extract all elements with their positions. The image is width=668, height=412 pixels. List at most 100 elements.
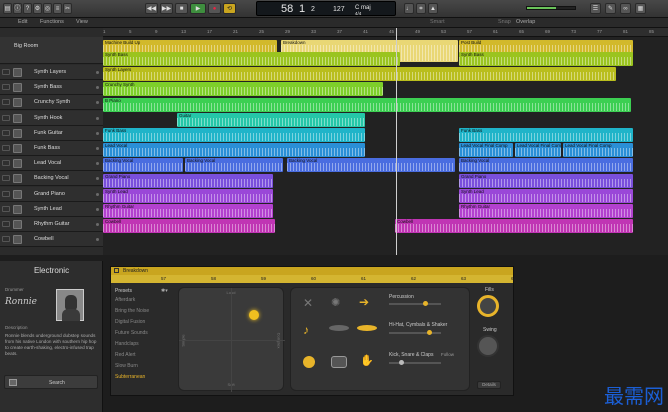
- cymbal-icon[interactable]: [357, 325, 377, 331]
- mute-solo-icon[interactable]: [2, 221, 10, 227]
- mute-solo-icon[interactable]: [2, 205, 10, 212]
- preset-item[interactable]: Handclaps: [115, 341, 139, 347]
- maracas-icon[interactable]: ♪: [303, 323, 309, 337]
- smart-controls-button[interactable]: ◎: [43, 3, 52, 14]
- metronome-button[interactable]: ▲: [428, 3, 438, 14]
- view-menu[interactable]: View: [76, 19, 88, 25]
- hihat-icon[interactable]: [329, 325, 349, 331]
- kick-icon[interactable]: [303, 356, 315, 368]
- toolbar-button[interactable]: ⚙: [33, 3, 42, 14]
- preset-item[interactable]: Slow Burn: [115, 363, 138, 369]
- inspector-button[interactable]: ⓘ: [13, 3, 22, 14]
- arrange-region[interactable]: Guitar: [177, 112, 365, 127]
- browsers-button[interactable]: ▦: [635, 3, 646, 14]
- snap-select[interactable]: Overlap: [516, 19, 535, 25]
- functions-menu[interactable]: Functions: [40, 19, 64, 25]
- mute-solo-icon[interactable]: [2, 114, 10, 121]
- arrange-region[interactable]: Rhythm Guitar: [103, 204, 273, 218]
- track-header[interactable]: Backing Vocal: [0, 171, 103, 187]
- editors-button[interactable]: ✂: [63, 3, 72, 14]
- arrange-region[interactable]: Lead Vocal Final Comp: [563, 143, 633, 158]
- forward-button[interactable]: ▶▶: [160, 3, 173, 14]
- arrange-region[interactable]: Grand Piano: [459, 173, 633, 188]
- lcd-display[interactable]: 58 1 2 127 C maj 4/4: [256, 1, 396, 16]
- track-header[interactable]: Synth Bass: [0, 80, 103, 96]
- snare-icon[interactable]: [331, 356, 347, 368]
- mute-solo-icon[interactable]: [2, 190, 10, 197]
- record-button[interactable]: ●: [208, 3, 221, 14]
- mute-solo-icon[interactable]: [2, 160, 10, 167]
- clap-icon[interactable]: ✋: [360, 354, 374, 367]
- shaker-icon[interactable]: ✺: [331, 296, 340, 309]
- track-header[interactable]: Synth Layers: [0, 65, 103, 80]
- arrange-region[interactable]: B Piano: [103, 97, 631, 112]
- loop-browser-button[interactable]: ∞: [620, 3, 631, 14]
- notepad-button[interactable]: ✎: [605, 3, 616, 14]
- xy-puck[interactable]: [249, 310, 259, 320]
- track-header[interactable]: Rhythm Guitar: [0, 217, 103, 232]
- list-editors-button[interactable]: ☰: [590, 3, 601, 14]
- arrange-region[interactable]: Lead Vocal Final Comp: [515, 143, 561, 158]
- arrange-region[interactable]: Cowbell: [395, 219, 633, 234]
- arrange-region[interactable]: Lead Vocal Final Comp: [459, 143, 513, 158]
- preset-item[interactable]: Subterranean: [115, 374, 145, 380]
- arrange-region[interactable]: Lead Vocal: [103, 143, 365, 158]
- count-in-button[interactable]: ⌗: [416, 3, 426, 14]
- arrange-region[interactable]: Backing Vocal: [287, 158, 455, 173]
- playhead[interactable]: [396, 28, 397, 255]
- arrange-region[interactable]: Funk Bass: [459, 128, 633, 142]
- xy-pad[interactable]: Loud Soft Simple Complex: [178, 287, 285, 392]
- hihat-slider[interactable]: [389, 330, 441, 335]
- arrange-region[interactable]: Backing Vocal: [185, 158, 283, 173]
- track-header[interactable]: Funk Bass: [0, 141, 103, 156]
- cymbal-cross-icon[interactable]: ✕: [303, 296, 313, 310]
- preset-item[interactable]: Future Sounds: [115, 330, 148, 336]
- presets-menu-icon[interactable]: ✱▾: [161, 288, 168, 294]
- fills-knob[interactable]: [477, 295, 499, 317]
- track-header[interactable]: Grand Piano: [0, 186, 103, 202]
- library-button[interactable]: ▤: [3, 3, 12, 14]
- details-button[interactable]: Details: [477, 381, 501, 389]
- cycle-button[interactable]: ⟲: [223, 3, 236, 14]
- arrange-area[interactable]: Machine Build Up Breakdown Post Build Synth…: [103, 37, 668, 255]
- kick-slider[interactable]: [389, 360, 441, 365]
- timeline-ruler[interactable]: 1 5 9 13 17 21 25 29 33 37 41 45 49 53 57 61 65 69 73 77 81 8…: [103, 28, 668, 37]
- percussion-slider[interactable]: [389, 301, 441, 306]
- search-button[interactable]: Search: [4, 375, 98, 389]
- arrange-region[interactable]: Crunchy Synth: [103, 82, 383, 97]
- master-volume-slider[interactable]: [526, 6, 576, 10]
- editor-ruler[interactable]: 57 58 59 60 61 62 63 64: [111, 275, 516, 283]
- help-button[interactable]: ?: [23, 3, 32, 14]
- arrange-region[interactable]: Cowbell: [103, 219, 275, 234]
- mute-solo-icon[interactable]: [2, 175, 10, 182]
- swing-knob[interactable]: [477, 335, 499, 357]
- track-header[interactable]: Crunchy Synth: [0, 95, 103, 111]
- edit-menu[interactable]: Edit: [18, 19, 27, 25]
- mute-solo-icon[interactable]: [2, 69, 10, 75]
- preset-item[interactable]: Bring the Noise: [115, 308, 149, 314]
- arrange-region[interactable]: Funk Bass: [103, 128, 365, 142]
- preset-item[interactable]: Digital Fusion: [115, 319, 145, 325]
- stop-button[interactable]: ■: [175, 3, 188, 14]
- arrange-region[interactable]: Synth Bass: [459, 52, 633, 66]
- mixer-button[interactable]: ≡: [53, 3, 62, 14]
- track-header[interactable]: Funk Guitar: [0, 125, 103, 141]
- track-header[interactable]: Lead Vocal: [0, 156, 103, 172]
- arrange-region[interactable]: Rhythm Guitar: [459, 204, 633, 218]
- tuner-button[interactable]: ♩: [404, 3, 414, 14]
- arrange-region[interactable]: Synth Lead: [103, 188, 273, 203]
- mute-solo-icon[interactable]: [2, 99, 10, 106]
- mute-solo-icon[interactable]: [2, 236, 10, 243]
- arrange-region[interactable]: Grand Piano: [103, 173, 273, 188]
- arrange-region[interactable]: Synth Layers: [103, 67, 616, 82]
- track-header[interactable]: Synth Lead: [0, 201, 103, 217]
- arrange-region[interactable]: Synth Bass: [103, 52, 400, 66]
- arrange-region[interactable]: Backing Vocal: [103, 158, 183, 173]
- arrange-region[interactable]: Backing Vocal: [459, 158, 633, 173]
- track-header[interactable]: Synth Hook: [0, 110, 103, 126]
- tambourine-icon[interactable]: ➔: [359, 295, 369, 309]
- preset-item[interactable]: Red Alert: [115, 352, 136, 358]
- rewind-button[interactable]: ◀◀: [145, 3, 158, 14]
- track-header[interactable]: Cowbell: [0, 232, 103, 248]
- play-button[interactable]: ▶: [190, 3, 206, 14]
